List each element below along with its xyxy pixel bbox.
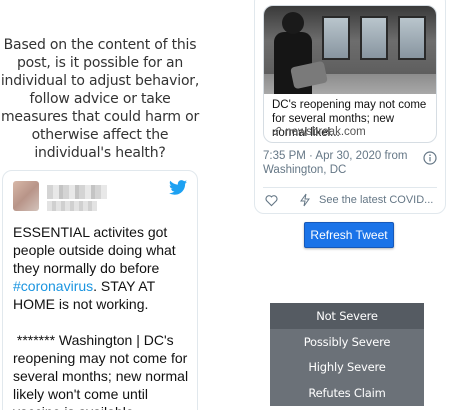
news-photo [264,6,436,94]
tweet-text-start: ESSENTIAL activites got people outside d… [13,224,180,276]
divider [263,187,437,188]
tweet-text-end: . STAY AT HOME is not working. ******* W… [13,278,189,410]
blurred-username [47,185,107,199]
twitter-bird-icon [169,180,187,195]
option-highly-severe[interactable]: Highly Severe [270,355,424,381]
question-text: Based on the content of this post, is it… [0,37,200,161]
see-latest-link[interactable]: See the latest COVID... [319,194,433,206]
option-not-severe[interactable]: Not Severe [270,303,424,329]
tweet-timestamp[interactable]: 7:35 PM · Apr 30, 2020 from Washington, … [263,149,423,177]
severity-menu: Not Severe Possibly Severe Highly Severe… [270,303,424,406]
hashtag-link[interactable]: #coronavirus [13,278,93,294]
bolt-icon[interactable] [299,193,311,207]
left-tweet-card: ESSENTIAL activites got people outside d… [2,170,198,410]
link-icon [272,126,282,135]
info-icon[interactable] [423,151,437,165]
link-preview-card[interactable]: DC's reopening may not come for several … [263,5,437,143]
option-refutes-claim[interactable]: Refutes Claim [270,380,424,406]
avatar [13,181,39,211]
heart-icon[interactable] [265,194,278,207]
link-card-domain: newsbreak.com [272,126,366,138]
tweet-text: ESSENTIAL activites got people outside d… [13,223,195,410]
blurred-handle [47,201,97,211]
embedded-tweet-card: DC's reopening may not come for several … [254,0,446,214]
refresh-tweet-button[interactable]: Refresh Tweet [304,222,394,248]
option-possibly-severe[interactable]: Possibly Severe [270,329,424,355]
